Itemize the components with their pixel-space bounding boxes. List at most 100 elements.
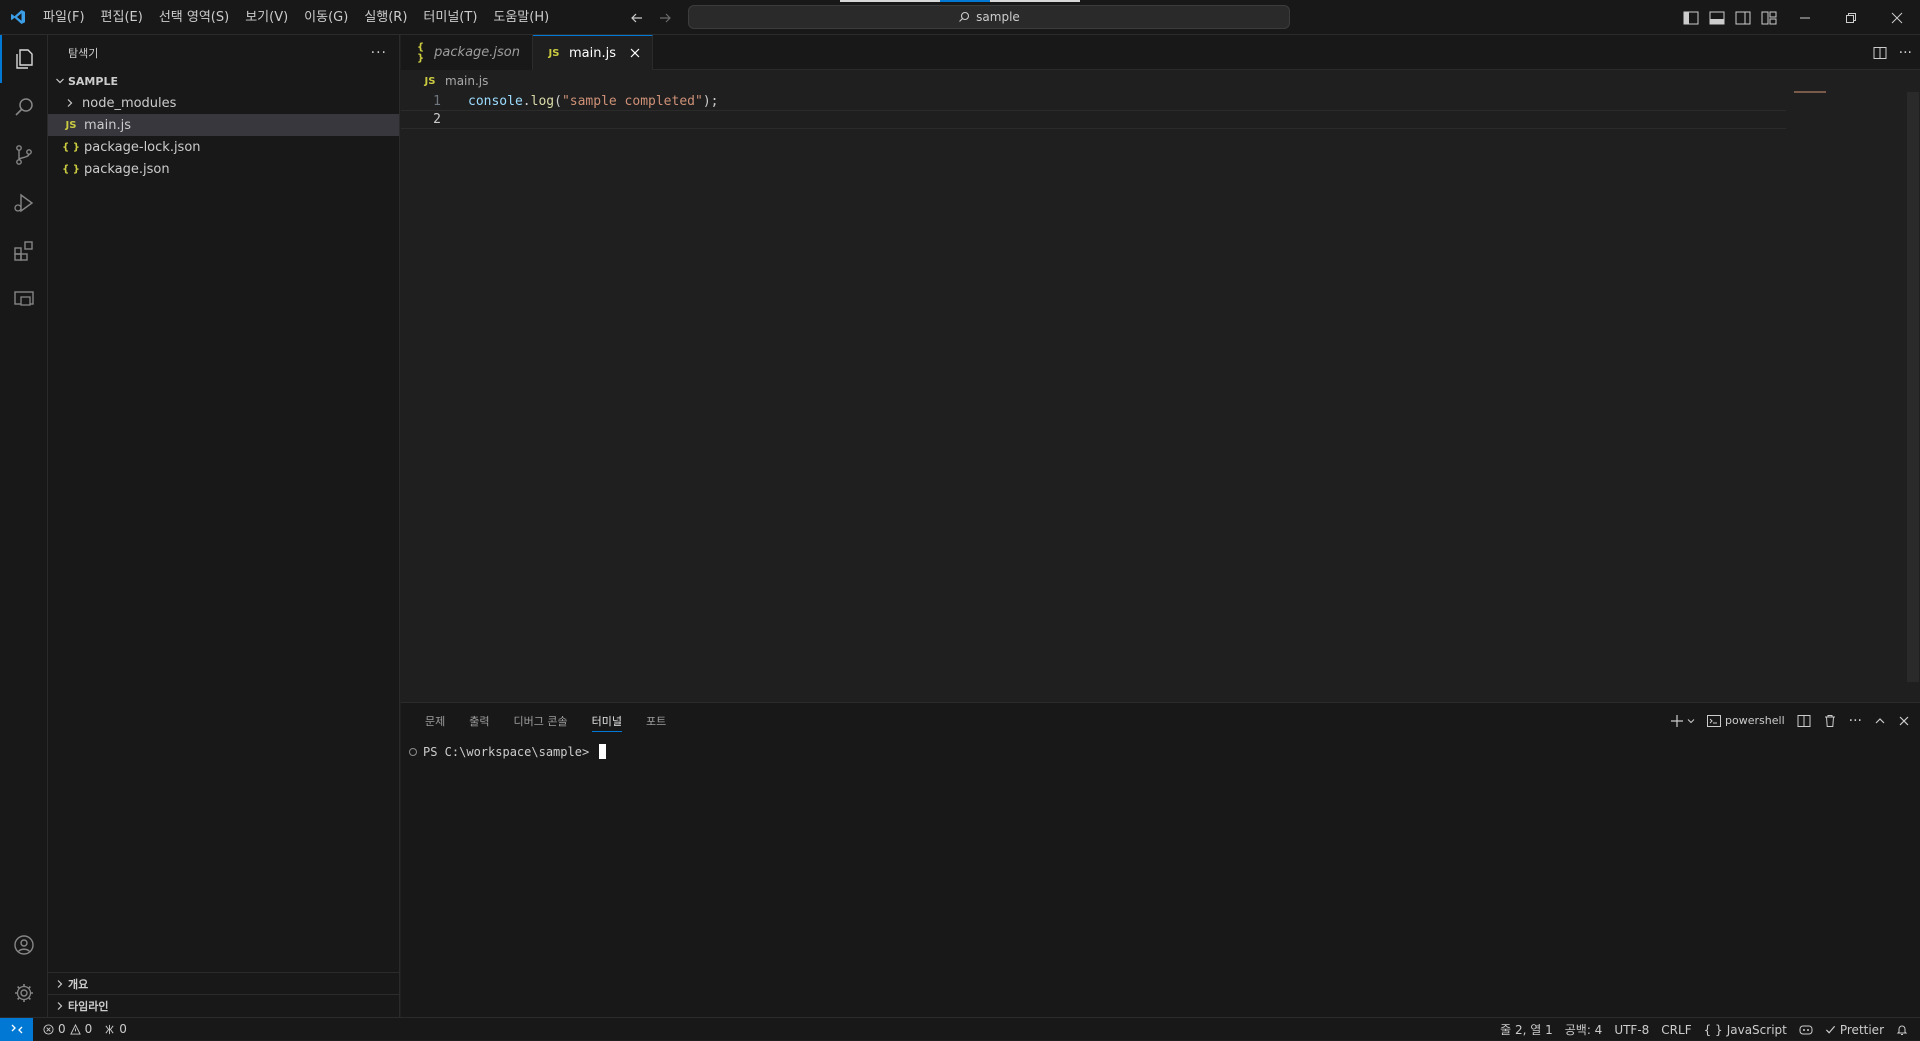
code-editor[interactable]: 1 console.log("sample completed"); 2 <box>401 91 1920 702</box>
terminal-instance[interactable]: powershell <box>1707 714 1785 727</box>
tab-label: main.js <box>569 45 616 61</box>
code-token: console <box>468 94 523 109</box>
toggle-secondary-sidebar-icon[interactable] <box>1730 0 1756 35</box>
json-file-icon: { } <box>62 163 80 175</box>
tree-item-package-lock-json[interactable]: { } package-lock.json <box>48 136 399 158</box>
command-center-search[interactable]: sample <box>688 5 1290 29</box>
account-icon[interactable] <box>0 921 48 969</box>
menu-selection[interactable]: 선택 영역(S) <box>151 0 237 35</box>
split-terminal-icon[interactable] <box>1797 714 1811 728</box>
tab-package-json[interactable]: { } package.json <box>401 35 533 70</box>
close-tab-icon[interactable] <box>630 48 640 58</box>
menu-run[interactable]: 실행(R) <box>356 0 415 35</box>
line-number: 2 <box>433 112 441 127</box>
explorer-sidebar: 탐색기 ··· SAMPLE node_modules JS main.js {… <box>48 35 400 1017</box>
workspace-root-label: SAMPLE <box>68 74 118 88</box>
code-token: . <box>522 94 531 109</box>
line-number: 1 <box>433 94 441 109</box>
notifications-bell-icon[interactable] <box>1890 1024 1914 1036</box>
tab-debug-console[interactable]: 디버그 콘솔 <box>502 703 580 738</box>
close-window-icon[interactable] <box>1874 0 1920 35</box>
tree-item-label: package.json <box>84 161 170 177</box>
terminal-shell-label: powershell <box>1725 714 1785 727</box>
panel-actions: powershell ··· <box>1670 703 1910 738</box>
copilot-icon[interactable] <box>1793 1024 1819 1036</box>
chevron-right-icon <box>52 976 68 992</box>
source-control-icon[interactable] <box>0 131 48 179</box>
explorer-title: 탐색기 <box>68 46 99 60</box>
split-editor-icon[interactable] <box>1873 46 1887 60</box>
formatter-label: Prettier <box>1839 1022 1884 1037</box>
new-terminal-icon[interactable] <box>1670 714 1695 728</box>
ports-status[interactable]: 0 <box>98 1022 133 1036</box>
menu-bar: 파일(F) 편집(E) 선택 영역(S) 보기(V) 이동(G) 실행(R) 터… <box>35 0 557 35</box>
breadcrumb-file[interactable]: main.js <box>445 74 488 88</box>
menu-go[interactable]: 이동(G) <box>296 0 356 35</box>
run-debug-icon[interactable] <box>0 179 48 227</box>
forward-arrow-icon[interactable] <box>656 9 674 27</box>
menu-file[interactable]: 파일(F) <box>35 0 93 35</box>
menu-help[interactable]: 도움말(H) <box>485 0 557 35</box>
code-token: "sample completed" <box>561 94 703 109</box>
close-panel-icon[interactable] <box>1898 715 1910 727</box>
more-actions-icon[interactable]: ··· <box>371 45 387 61</box>
activity-bar <box>0 35 48 1017</box>
more-actions-icon[interactable]: ··· <box>1849 713 1862 729</box>
warning-icon <box>69 1023 81 1035</box>
bottom-panel: 문제 출력 디버그 콘솔 터미널 포트 powershell ··· PS C:… <box>401 702 1920 1017</box>
minimize-icon[interactable] <box>1782 0 1828 35</box>
toggle-primary-sidebar-icon[interactable] <box>1678 0 1704 35</box>
tab-main-js[interactable]: JS main.js <box>533 35 653 70</box>
tree-item-node-modules[interactable]: node_modules <box>48 92 399 114</box>
code-token: ); <box>702 94 719 109</box>
explorer-icon[interactable] <box>0 35 48 83</box>
toggle-panel-icon[interactable] <box>1704 0 1730 35</box>
vscode-logo-icon <box>0 0 35 35</box>
terminal-prompt: PS C:\workspace\sample> <box>423 744 590 759</box>
json-file-icon: { } <box>62 141 80 153</box>
editor-scrollbar[interactable] <box>1906 92 1920 702</box>
tab-label: package.json <box>434 45 520 60</box>
minimap[interactable] <box>1794 91 1826 93</box>
workspace-root-header[interactable]: SAMPLE <box>48 70 399 92</box>
encoding[interactable]: UTF-8 <box>1608 1023 1655 1037</box>
search-icon <box>958 11 970 23</box>
chevron-right-icon <box>62 95 78 111</box>
javascript-file-icon: JS <box>548 47 560 59</box>
tab-problems[interactable]: 문제 <box>413 703 457 738</box>
trash-icon[interactable] <box>1823 714 1837 728</box>
tree-item-package-json[interactable]: { } package.json <box>48 158 399 180</box>
editor-actions: ··· <box>1873 35 1912 70</box>
timeline-section-header[interactable]: 타임라인 <box>48 995 400 1017</box>
problems-status[interactable]: 0 0 <box>37 1022 98 1036</box>
menu-edit[interactable]: 편집(E) <box>93 0 151 35</box>
remote-explorer-icon[interactable] <box>0 275 48 323</box>
indentation[interactable]: 공백: 4 <box>1559 1021 1609 1038</box>
language-mode[interactable]: { } JavaScript <box>1698 1023 1793 1037</box>
more-actions-icon[interactable]: ··· <box>1899 45 1912 61</box>
cursor-position[interactable]: 줄 2, 열 1 <box>1494 1021 1559 1038</box>
search-activity-icon[interactable] <box>0 83 48 131</box>
customize-layout-icon[interactable] <box>1756 0 1782 35</box>
ports-count: 0 <box>119 1022 127 1036</box>
tab-output[interactable]: 출력 <box>457 703 501 738</box>
progress-indicator <box>840 0 1080 2</box>
settings-gear-icon[interactable] <box>0 969 48 1017</box>
menu-terminal[interactable]: 터미널(T) <box>415 0 485 35</box>
tab-terminal[interactable]: 터미널 <box>580 703 634 738</box>
terminal-output[interactable]: PS C:\workspace\sample> <box>409 744 607 759</box>
end-of-line[interactable]: CRLF <box>1655 1023 1697 1037</box>
remote-indicator-icon[interactable] <box>0 1017 33 1041</box>
tab-ports[interactable]: 포트 <box>634 703 678 738</box>
title-bar: 파일(F) 편집(E) 선택 영역(S) 보기(V) 이동(G) 실행(R) 터… <box>0 0 1920 35</box>
outline-section-header[interactable]: 개요 <box>48 973 400 995</box>
menu-view[interactable]: 보기(V) <box>237 0 296 35</box>
prettier-status[interactable]: Prettier <box>1819 1023 1890 1037</box>
restore-icon[interactable] <box>1828 0 1874 35</box>
tree-item-main-js[interactable]: JS main.js <box>48 114 399 136</box>
extensions-icon[interactable] <box>0 227 48 275</box>
back-arrow-icon[interactable] <box>628 9 646 27</box>
code-token: ( <box>554 94 562 109</box>
tree-item-label: package-lock.json <box>84 139 201 155</box>
maximize-panel-icon[interactable] <box>1874 715 1886 727</box>
